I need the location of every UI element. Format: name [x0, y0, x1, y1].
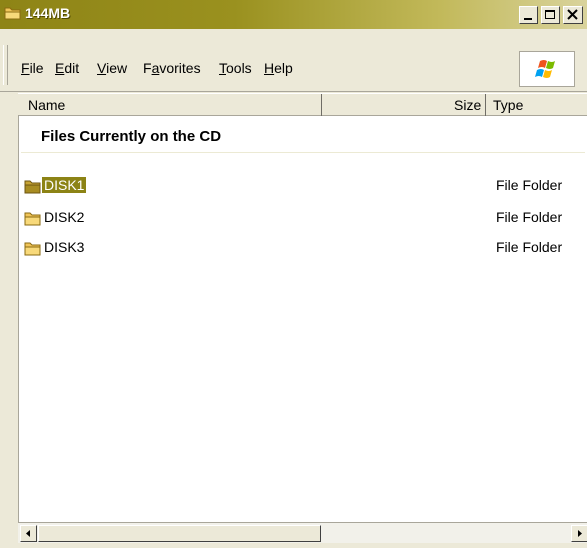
column-divider[interactable]	[321, 94, 322, 116]
menu-view[interactable]: View	[97, 60, 127, 76]
toolbar-grip[interactable]	[3, 45, 8, 85]
list-item[interactable]: DISK3 File Folder	[21, 238, 586, 260]
column-name-header[interactable]: Name	[28, 97, 65, 113]
scroll-thumb[interactable]	[38, 525, 321, 542]
menu-favorites[interactable]: Favorites	[143, 60, 201, 76]
windows-logo-icon	[519, 51, 575, 87]
folder-icon	[24, 179, 41, 194]
file-list[interactable]: Files Currently on the CD DISK1 File Fol…	[18, 116, 587, 522]
window-title: 144MB	[25, 5, 71, 21]
column-size-header[interactable]: Size	[454, 97, 481, 113]
item-name[interactable]: DISK2	[42, 209, 86, 225]
close-button[interactable]	[563, 6, 583, 24]
maximize-button[interactable]	[541, 6, 560, 24]
item-type: File Folder	[496, 177, 563, 193]
item-name[interactable]: DISK3	[42, 239, 86, 255]
item-type: File Folder	[496, 209, 563, 225]
horizontal-scrollbar[interactable]	[18, 522, 587, 543]
scroll-left-button[interactable]	[20, 525, 37, 542]
item-type: File Folder	[496, 239, 563, 255]
column-header: Name Size Type	[18, 93, 587, 116]
item-name[interactable]: DISK1	[42, 177, 87, 193]
menu-edit[interactable]: Edit	[55, 60, 79, 76]
column-divider[interactable]	[485, 94, 486, 116]
title-bar[interactable]: 144MB	[0, 0, 587, 29]
minimize-button[interactable]	[519, 6, 538, 24]
menu-toolbar-area	[0, 29, 587, 92]
folder-icon	[4, 6, 22, 20]
left-frame	[0, 93, 18, 548]
group-title: Files Currently on the CD	[41, 128, 222, 145]
menu-tools[interactable]: Tools	[219, 60, 252, 76]
explorer-window: 144MB File Edit View Favorites Tools Hel…	[0, 0, 587, 548]
menu-help[interactable]: Help	[264, 60, 293, 76]
folder-icon	[24, 241, 41, 256]
group-divider	[21, 152, 585, 153]
list-item[interactable]: DISK1 File Folder	[21, 176, 586, 198]
menu-file[interactable]: File	[21, 60, 44, 76]
folder-icon	[24, 211, 41, 226]
column-type-header[interactable]: Type	[493, 97, 523, 113]
list-item[interactable]: DISK2 File Folder	[21, 208, 586, 230]
bottom-frame	[0, 543, 587, 548]
scroll-right-button[interactable]	[571, 525, 587, 542]
